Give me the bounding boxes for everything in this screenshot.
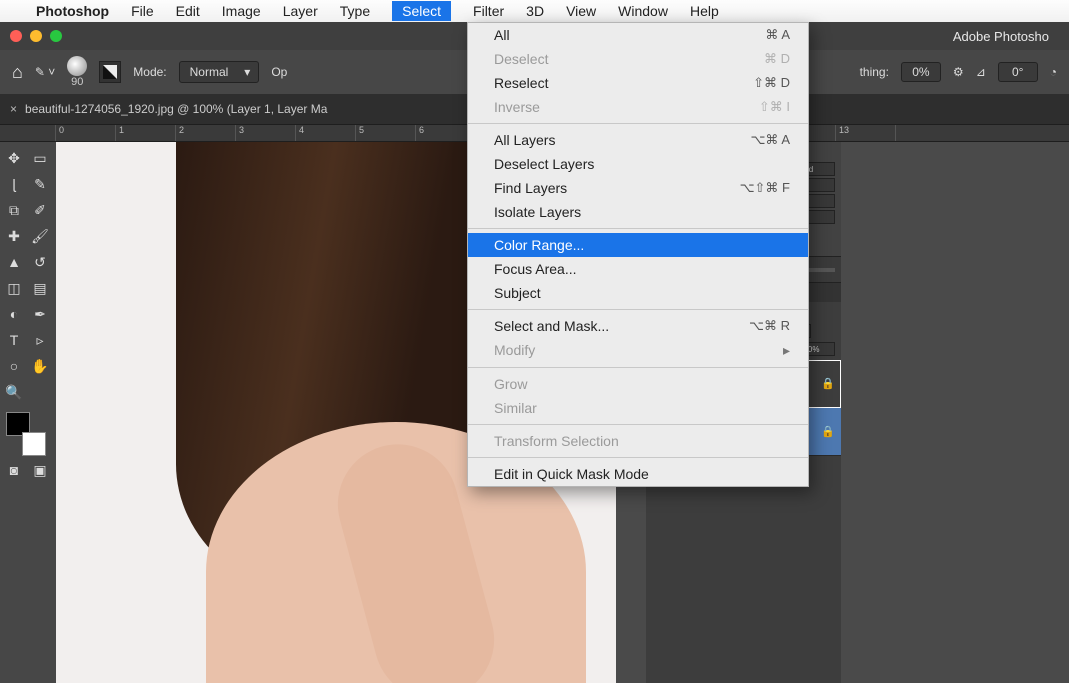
menu-window[interactable]: Window xyxy=(618,3,668,19)
menu-item-color-range[interactable]: Color Range... xyxy=(468,233,808,257)
type-tool[interactable]: T xyxy=(2,328,26,352)
angle-icon: ⊿ xyxy=(976,65,986,79)
minimize-window-button[interactable] xyxy=(30,30,42,42)
zoom-window-button[interactable] xyxy=(50,30,62,42)
menu-item-inverse[interactable]: Inverse⇧⌘ I xyxy=(468,95,808,119)
blend-mode-select[interactable]: Normal xyxy=(179,61,260,83)
menu-3d[interactable]: 3D xyxy=(526,3,544,19)
menu-item-isolate-layers[interactable]: Isolate Layers xyxy=(468,200,808,224)
menu-item-reselect[interactable]: Reselect⇧⌘ D xyxy=(468,71,808,95)
eyedropper-tool[interactable]: ✐ xyxy=(28,198,52,222)
opacity-label-truncated: Op xyxy=(271,65,287,79)
brush-panel-toggle[interactable] xyxy=(99,61,121,83)
smoothing-input[interactable]: 0% xyxy=(901,62,941,82)
menu-type[interactable]: Type xyxy=(340,3,370,19)
pen-tool[interactable]: ✒ xyxy=(28,302,52,326)
mode-label: Mode: xyxy=(133,65,166,79)
move-tool[interactable]: ✥ xyxy=(2,146,26,170)
menu-item-grow[interactable]: Grow xyxy=(468,372,808,396)
menu-item-deselect-layers[interactable]: Deselect Layers xyxy=(468,152,808,176)
menu-item-find-layers[interactable]: Find Layers⌥⇧⌘ F xyxy=(468,176,808,200)
clone-stamp-tool[interactable]: ▲ xyxy=(2,250,26,274)
background-color[interactable] xyxy=(22,432,46,456)
menu-filter[interactable]: Filter xyxy=(473,3,504,19)
menu-item-focus-area[interactable]: Focus Area... xyxy=(468,257,808,281)
menu-file[interactable]: File xyxy=(131,3,154,19)
menu-help[interactable]: Help xyxy=(690,3,719,19)
menu-item-similar[interactable]: Similar xyxy=(468,396,808,420)
menu-item-deselect[interactable]: Deselect⌘ D xyxy=(468,47,808,71)
menu-item-transform-selection[interactable]: Transform Selection xyxy=(468,429,808,453)
brush-size-label: 90 xyxy=(71,76,83,88)
select-menu-dropdown: All⌘ A Deselect⌘ D Reselect⇧⌘ D Inverse⇧… xyxy=(467,22,809,487)
menu-item-all[interactable]: All⌘ A xyxy=(468,23,808,47)
quick-select-tool[interactable]: ✎ xyxy=(28,172,52,196)
shape-tool[interactable]: ○ xyxy=(2,354,26,378)
lock-icon: 🔒 xyxy=(821,377,835,390)
lasso-tool[interactable]: ɭ xyxy=(2,172,26,196)
menu-layer[interactable]: Layer xyxy=(283,3,318,19)
dodge-tool[interactable]: ◐ xyxy=(2,302,26,326)
smoothing-label: thing: xyxy=(860,65,889,79)
close-window-button[interactable] xyxy=(10,30,22,42)
brush-preset-preview[interactable] xyxy=(67,56,87,76)
app-menu[interactable]: Photoshop xyxy=(36,3,109,19)
foreground-background-colors[interactable] xyxy=(2,412,50,456)
artboard-tool[interactable]: ▭ xyxy=(28,146,52,170)
gradient-tool[interactable]: ▤ xyxy=(28,276,52,300)
healing-brush-tool[interactable]: ✚ xyxy=(2,224,26,248)
screen-mode-toggle[interactable]: ▣ xyxy=(28,458,52,482)
traffic-lights xyxy=(10,30,62,42)
tools-panel: ✥ ▭ ɭ ✎ ⧉ ✐ ✚ 🖌 ▲ ↺ ◫ ▤ ◐ ✒ T ▹ ○ ✋ 🔍 ◙ … xyxy=(0,142,56,683)
quick-mask-toggle[interactable]: ◙ xyxy=(2,458,26,482)
menu-item-subject[interactable]: Subject xyxy=(468,281,808,305)
lock-icon: 🔒 xyxy=(821,425,835,438)
eraser-tool[interactable]: ◫ xyxy=(2,276,26,300)
menu-view[interactable]: View xyxy=(566,3,596,19)
close-tab-button[interactable]: × xyxy=(10,102,17,116)
path-select-tool[interactable]: ▹ xyxy=(28,328,52,352)
brush-tool[interactable]: 🖌 xyxy=(28,224,52,248)
menu-item-quick-mask[interactable]: Edit in Quick Mask Mode xyxy=(468,462,808,486)
history-brush-tool[interactable]: ↺ xyxy=(28,250,52,274)
crop-tool[interactable]: ⧉ xyxy=(2,198,26,222)
menu-item-select-and-mask[interactable]: Select and Mask...⌥⌘ R xyxy=(468,314,808,338)
menu-item-all-layers[interactable]: All Layers⌥⌘ A xyxy=(468,128,808,152)
brush-angle-input[interactable]: 0° xyxy=(998,62,1038,82)
menu-image[interactable]: Image xyxy=(222,3,261,19)
brush-tool-icon[interactable]: ✎ ˅ xyxy=(35,65,55,79)
pressure-size-icon[interactable]: ◔ xyxy=(1050,65,1057,79)
menu-edit[interactable]: Edit xyxy=(176,3,200,19)
hand-tool[interactable]: ✋ xyxy=(28,354,52,378)
window-title: Adobe Photosho xyxy=(953,29,1049,44)
zoom-tool[interactable]: 🔍 xyxy=(2,380,26,404)
smoothing-options-icon[interactable]: ⚙ xyxy=(953,65,964,79)
menubar: Photoshop File Edit Image Layer Type Sel… xyxy=(0,0,1069,22)
document-tab-title[interactable]: beautiful-1274056_1920.jpg @ 100% (Layer… xyxy=(25,102,327,116)
menu-item-modify[interactable]: Modify▸ xyxy=(468,338,808,363)
menu-select[interactable]: Select xyxy=(392,1,451,21)
home-button[interactable]: ⌂ xyxy=(12,62,23,83)
